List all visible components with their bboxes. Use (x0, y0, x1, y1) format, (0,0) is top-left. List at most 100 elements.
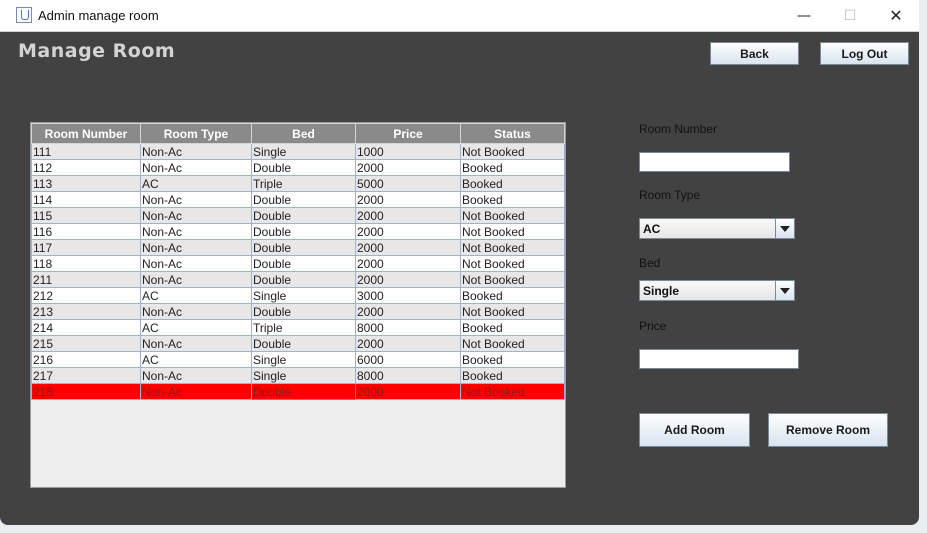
cell-room-type[interactable]: Non-Ac (140, 239, 252, 256)
cell-price[interactable]: 2000 (355, 255, 461, 272)
cell-room-type[interactable]: AC (140, 319, 252, 336)
cell-bed[interactable]: Double (251, 223, 356, 240)
cell-room-type[interactable]: Non-Ac (140, 335, 252, 352)
add-room-button[interactable]: Add Room (639, 413, 750, 447)
chevron-down-icon[interactable] (775, 281, 794, 300)
table-row[interactable]: 218 Non-Ac Double 2000 Not Booked (31, 383, 565, 400)
cell-room-number[interactable]: 211 (31, 271, 141, 288)
cell-room-number[interactable]: 218 (31, 383, 141, 400)
cell-room-number[interactable]: 114 (31, 191, 141, 208)
cell-status[interactable]: Not Booked (460, 335, 565, 352)
cell-price[interactable]: 2000 (355, 303, 461, 320)
room-number-input[interactable] (639, 152, 790, 172)
back-button[interactable]: Back (710, 42, 799, 65)
table-row[interactable]: 211 Non-Ac Double 2000 Not Booked (31, 271, 565, 288)
cell-room-type[interactable]: Non-Ac (140, 367, 252, 384)
cell-status[interactable]: Booked (460, 191, 565, 208)
close-button[interactable]: ✕ (873, 0, 919, 31)
cell-price[interactable]: 8000 (355, 367, 461, 384)
cell-status[interactable]: Not Booked (460, 239, 565, 256)
cell-price[interactable]: 1000 (355, 143, 461, 160)
cell-status[interactable]: Booked (460, 287, 565, 304)
cell-room-type[interactable]: Non-Ac (140, 255, 252, 272)
cell-price[interactable]: 2000 (355, 159, 461, 176)
cell-room-number[interactable]: 213 (31, 303, 141, 320)
cell-room-type[interactable]: Non-Ac (140, 159, 252, 176)
table-row[interactable]: 114 Non-Ac Double 2000 Booked (31, 191, 565, 208)
cell-room-type[interactable]: AC (140, 287, 252, 304)
cell-bed[interactable]: Single (251, 143, 356, 160)
cell-room-type[interactable]: AC (140, 351, 252, 368)
cell-price[interactable]: 2000 (355, 191, 461, 208)
cell-bed[interactable]: Double (251, 383, 356, 400)
table-row[interactable]: 212 AC Single 3000 Booked (31, 287, 565, 304)
cell-bed[interactable]: Single (251, 351, 356, 368)
table-row[interactable]: 216 AC Single 6000 Booked (31, 351, 565, 368)
cell-price[interactable]: 2000 (355, 271, 461, 288)
table-row[interactable]: 118 Non-Ac Double 2000 Not Booked (31, 255, 565, 272)
cell-room-number[interactable]: 214 (31, 319, 141, 336)
cell-bed[interactable]: Single (251, 367, 356, 384)
cell-status[interactable]: Booked (460, 159, 565, 176)
cell-room-type[interactable]: Non-Ac (140, 271, 252, 288)
column-header-room-type[interactable]: Room Type (140, 123, 252, 144)
cell-room-number[interactable]: 117 (31, 239, 141, 256)
cell-room-number[interactable]: 116 (31, 223, 141, 240)
cell-room-type[interactable]: AC (140, 175, 252, 192)
table-row[interactable]: 113 AC Triple 5000 Booked (31, 175, 565, 192)
cell-status[interactable]: Not Booked (460, 271, 565, 288)
cell-price[interactable]: 2000 (355, 239, 461, 256)
cell-status[interactable]: Not Booked (460, 207, 565, 224)
cell-bed[interactable]: Double (251, 271, 356, 288)
cell-status[interactable]: Booked (460, 319, 565, 336)
cell-status[interactable]: Not Booked (460, 143, 565, 160)
cell-status[interactable]: Booked (460, 367, 565, 384)
cell-status[interactable]: Not Booked (460, 303, 565, 320)
cell-bed[interactable]: Double (251, 303, 356, 320)
cell-room-number[interactable]: 216 (31, 351, 141, 368)
cell-price[interactable]: 2000 (355, 223, 461, 240)
cell-status[interactable]: Booked (460, 175, 565, 192)
bed-select[interactable]: Single (639, 280, 795, 301)
table-row[interactable]: 115 Non-Ac Double 2000 Not Booked (31, 207, 565, 224)
table-row[interactable]: 116 Non-Ac Double 2000 Not Booked (31, 223, 565, 240)
cell-room-type[interactable]: Non-Ac (140, 191, 252, 208)
cell-bed[interactable]: Triple (251, 319, 356, 336)
cell-room-type[interactable]: Non-Ac (140, 223, 252, 240)
table-row[interactable]: 112 Non-Ac Double 2000 Booked (31, 159, 565, 176)
cell-price[interactable]: 6000 (355, 351, 461, 368)
cell-status[interactable]: Not Booked (460, 255, 565, 272)
cell-room-number[interactable]: 118 (31, 255, 141, 272)
cell-room-number[interactable]: 115 (31, 207, 141, 224)
cell-room-number[interactable]: 212 (31, 287, 141, 304)
cell-price[interactable]: 2000 (355, 383, 461, 400)
cell-price[interactable]: 2000 (355, 335, 461, 352)
cell-room-type[interactable]: Non-Ac (140, 207, 252, 224)
cell-room-type[interactable]: Non-Ac (140, 383, 252, 400)
cell-price[interactable]: 8000 (355, 319, 461, 336)
cell-bed[interactable]: Double (251, 255, 356, 272)
column-header-room-number[interactable]: Room Number (31, 123, 141, 144)
cell-price[interactable]: 3000 (355, 287, 461, 304)
maximize-button[interactable]: ☐ (827, 0, 873, 31)
minimize-button[interactable]: — (781, 0, 827, 31)
cell-room-number[interactable]: 215 (31, 335, 141, 352)
cell-bed[interactable]: Single (251, 287, 356, 304)
cell-bed[interactable]: Double (251, 335, 356, 352)
column-header-status[interactable]: Status (460, 123, 565, 144)
cell-status[interactable]: Not Booked (460, 223, 565, 240)
table-row[interactable]: 217 Non-Ac Single 8000 Booked (31, 367, 565, 384)
cell-room-number[interactable]: 112 (31, 159, 141, 176)
remove-room-button[interactable]: Remove Room (768, 413, 888, 447)
room-type-select[interactable]: AC (639, 218, 795, 239)
cell-room-number[interactable]: 111 (31, 143, 141, 160)
price-input[interactable] (639, 349, 799, 369)
cell-status[interactable]: Not Booked (460, 383, 565, 400)
room-table-scrollpane[interactable]: Room Number Room Type Bed Price Status 1… (30, 122, 566, 488)
table-row[interactable]: 214 AC Triple 8000 Booked (31, 319, 565, 336)
cell-bed[interactable]: Double (251, 159, 356, 176)
chevron-down-icon[interactable] (775, 219, 794, 238)
cell-price[interactable]: 2000 (355, 207, 461, 224)
logout-button[interactable]: Log Out (820, 42, 909, 65)
cell-bed[interactable]: Double (251, 207, 356, 224)
